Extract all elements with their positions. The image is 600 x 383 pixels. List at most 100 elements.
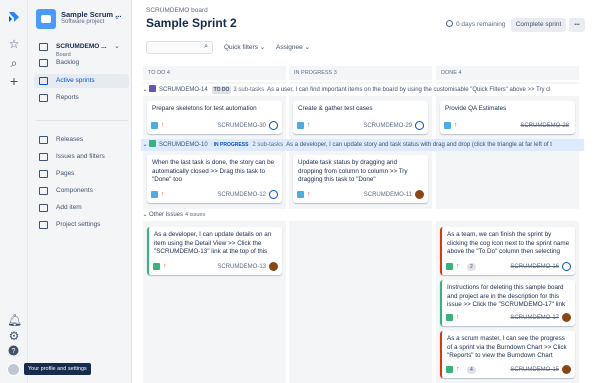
subtask-count: 3 sub-tasks <box>233 87 265 93</box>
swimlane-key: SCRUMDEMO-14 <box>159 87 208 93</box>
issue-card[interactable]: When the last task is done, the story ca… <box>147 155 282 203</box>
issue-card[interactable]: As a scrum master, I can see the progres… <box>440 331 575 378</box>
search-icon: ⌕ <box>204 43 208 50</box>
card-footer: ↑ SCRUMDEMO-17 <box>446 313 571 323</box>
sidebar-divider <box>36 120 128 121</box>
pages-icon <box>39 170 48 178</box>
profile-avatar[interactable] <box>7 363 20 376</box>
avatar <box>269 121 278 130</box>
avatar <box>269 262 278 271</box>
issue-card[interactable]: Update task status by dragging and dropp… <box>293 155 428 203</box>
issue-key[interactable]: SCRUMDEMO-17 <box>510 314 559 322</box>
column-header-done: DONE 4 <box>436 66 579 80</box>
board-chevron-icon[interactable]: ⌄ <box>114 42 120 50</box>
card-summary: Prepare skeletons for test automation <box>152 105 257 112</box>
priority-high-icon: ↑ <box>161 122 165 129</box>
swimlane-header[interactable]: ⌄Other Issues 4 issues <box>141 209 584 221</box>
sidebar-item-releases[interactable]: Releases <box>34 133 129 147</box>
card-summary: Create & gather test cases <box>298 105 373 112</box>
issue-card[interactable]: As a team, we can finish the sprint by c… <box>440 227 575 275</box>
sidebar-item-pages[interactable]: Pages <box>34 167 129 181</box>
issue-key[interactable]: SCRUMDEMO-13 <box>217 263 266 271</box>
sidebar-item-label: Pages <box>56 170 75 177</box>
card-footer: ↑ SCRUMDEMO-29 <box>297 121 424 131</box>
story-points-badge: 4 <box>467 366 476 374</box>
search-input[interactable]: ⌕ <box>146 41 213 54</box>
card-footer: ↑ SCRUMDEMO-30 <box>151 121 278 131</box>
sidebar-item-label: Backlog <box>56 59 80 66</box>
column-header-todo: TO DO 4 <box>143 66 286 80</box>
components-icon <box>39 187 48 195</box>
sidebar-item-label: Components <box>56 187 93 194</box>
chevron-down-icon: ⌄ <box>142 87 148 93</box>
clock-icon <box>446 20 453 27</box>
avatar <box>562 313 571 322</box>
breadcrumb[interactable]: SCRUMDEMO board <box>146 7 208 14</box>
issue-key[interactable]: SCRUMDEMO-16 <box>510 263 559 271</box>
issue-key[interactable]: SCRUMDEMO-12 <box>217 191 266 199</box>
profile-tooltip: Your profile and settings <box>24 363 91 375</box>
quick-filters-dropdown[interactable]: Quick filters ⌄ <box>224 43 265 51</box>
project-chevron-icon[interactable]: ⌄ <box>114 13 120 21</box>
task-icon <box>297 191 304 198</box>
priority-high-icon: ↑ <box>456 366 460 373</box>
issue-key[interactable]: SCRUMDEMO-30 <box>217 122 266 130</box>
sidebar-item-project-settings[interactable]: Project settings <box>34 218 129 232</box>
sidebar-item-reports[interactable]: Reports <box>34 91 129 105</box>
priority-high-icon: ↑ <box>307 191 311 198</box>
avatar <box>562 262 571 271</box>
avatar <box>269 190 278 199</box>
issue-key[interactable]: SCRUMDEMO-15 <box>510 366 559 374</box>
settings-icon <box>39 221 48 229</box>
task-icon <box>151 122 158 129</box>
sidebar-item-backlog[interactable]: Backlog <box>34 56 129 70</box>
swimlane-header[interactable]: ⌄ SCRUMDEMO-14 TO DO 3 sub-tasks As a user, … <box>141 84 584 96</box>
notification-icon[interactable]: 🔔︎ <box>7 313 22 327</box>
avatar <box>562 365 571 374</box>
swimlane-key: Other Issues <box>149 212 184 218</box>
issue-card[interactable]: Instructions for deleting this sample bo… <box>440 280 575 326</box>
issue-card[interactable]: As a developer, I can update details on … <box>147 227 282 275</box>
sidebar-item-issues[interactable]: Issues and filters <box>34 150 129 164</box>
svg-text:?: ? <box>12 348 16 355</box>
search-icon[interactable]: ⌕ <box>7 56 21 70</box>
global-nav: ☆ ⌕ + 🔔︎ ⚙︎ ? <box>0 0 28 383</box>
sidebar-item-components[interactable]: Components <box>34 184 129 198</box>
help-icon[interactable]: ? <box>8 345 19 356</box>
story-icon <box>446 314 453 321</box>
more-button[interactable]: ••• <box>569 18 585 32</box>
issue-card[interactable]: Prepare skeletons for test automation ↑ … <box>147 101 282 134</box>
backlog-icon <box>39 59 48 67</box>
card-footer: ↑ SCRUMDEMO-11 <box>297 190 424 200</box>
jira-logo-icon[interactable] <box>7 10 21 24</box>
issue-key[interactable]: SCRUMDEMO-28 <box>520 122 569 130</box>
create-icon[interactable]: + <box>7 74 21 88</box>
project-type: Software project <box>61 19 105 25</box>
issue-key[interactable]: SCRUMDEMO-11 <box>364 191 412 199</box>
task-icon <box>297 122 304 129</box>
priority-high-icon: ↑ <box>454 122 458 129</box>
project-avatar-icon[interactable] <box>36 9 56 29</box>
sidebar-item-label: Project settings <box>56 221 101 228</box>
assignee-dropdown[interactable]: Assignee ⌄ <box>276 43 310 51</box>
issue-card[interactable]: Create & gather test cases ↑ SCRUMDEMO-2… <box>293 101 428 134</box>
complete-sprint-button[interactable]: Complete sprint <box>511 18 566 32</box>
releases-icon <box>39 136 48 144</box>
issue-key[interactable]: SCRUMDEMO-29 <box>363 122 412 130</box>
card-summary: Instructions for deleting this sample bo… <box>447 284 566 308</box>
days-remaining-label: 0 days remaining <box>456 21 506 28</box>
star-icon[interactable]: ☆ <box>7 37 21 51</box>
swimlane-key: SCRUMDEMO-10 <box>159 142 208 148</box>
issue-card[interactable]: Provide QA Estimates ↑ SCRUMDEMO-28 <box>440 101 575 134</box>
story-icon <box>153 263 160 270</box>
settings-icon[interactable]: ⚙︎ <box>7 329 21 343</box>
sidebar-item-active-sprints[interactable]: Active sprints <box>34 74 129 88</box>
card-summary: Provide QA Estimates <box>445 105 507 112</box>
priority-high-icon: ↑ <box>456 314 460 321</box>
story-points-badge: 2 <box>467 263 476 271</box>
issues-icon <box>39 153 48 161</box>
sidebar-item-add-item[interactable]: Add item <box>34 201 129 215</box>
swimlane-header[interactable]: ⌄ SCRUMDEMO-10 IN PROGRESS 2 sub-tasks As a … <box>141 139 584 151</box>
subtask-count: 4 issues <box>185 212 206 218</box>
project-name[interactable]: Sample Scrum ... <box>61 10 121 19</box>
